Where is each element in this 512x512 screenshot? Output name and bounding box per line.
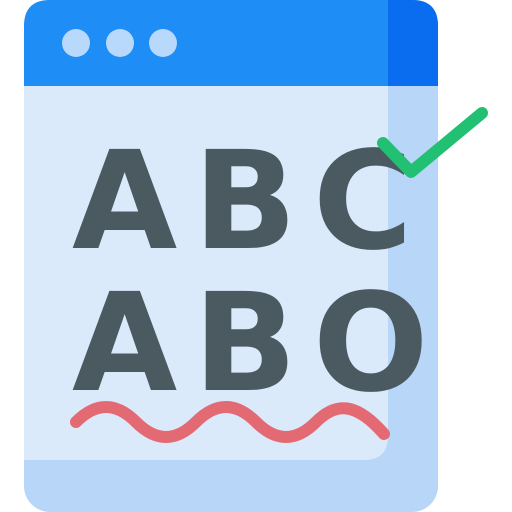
window-dot-2 — [106, 29, 134, 57]
spell-check-illustration: ABC ABO — [0, 0, 512, 512]
window-control-dots-icon — [62, 29, 177, 57]
text-line-correct: ABC — [72, 123, 429, 281]
title-bar-shade — [388, 0, 438, 86]
text-line-misspelled: ABO — [72, 265, 445, 423]
window-dot-1 — [62, 29, 90, 57]
window-dot-3 — [149, 29, 177, 57]
browser-window-icon: ABC ABO — [24, 0, 488, 512]
